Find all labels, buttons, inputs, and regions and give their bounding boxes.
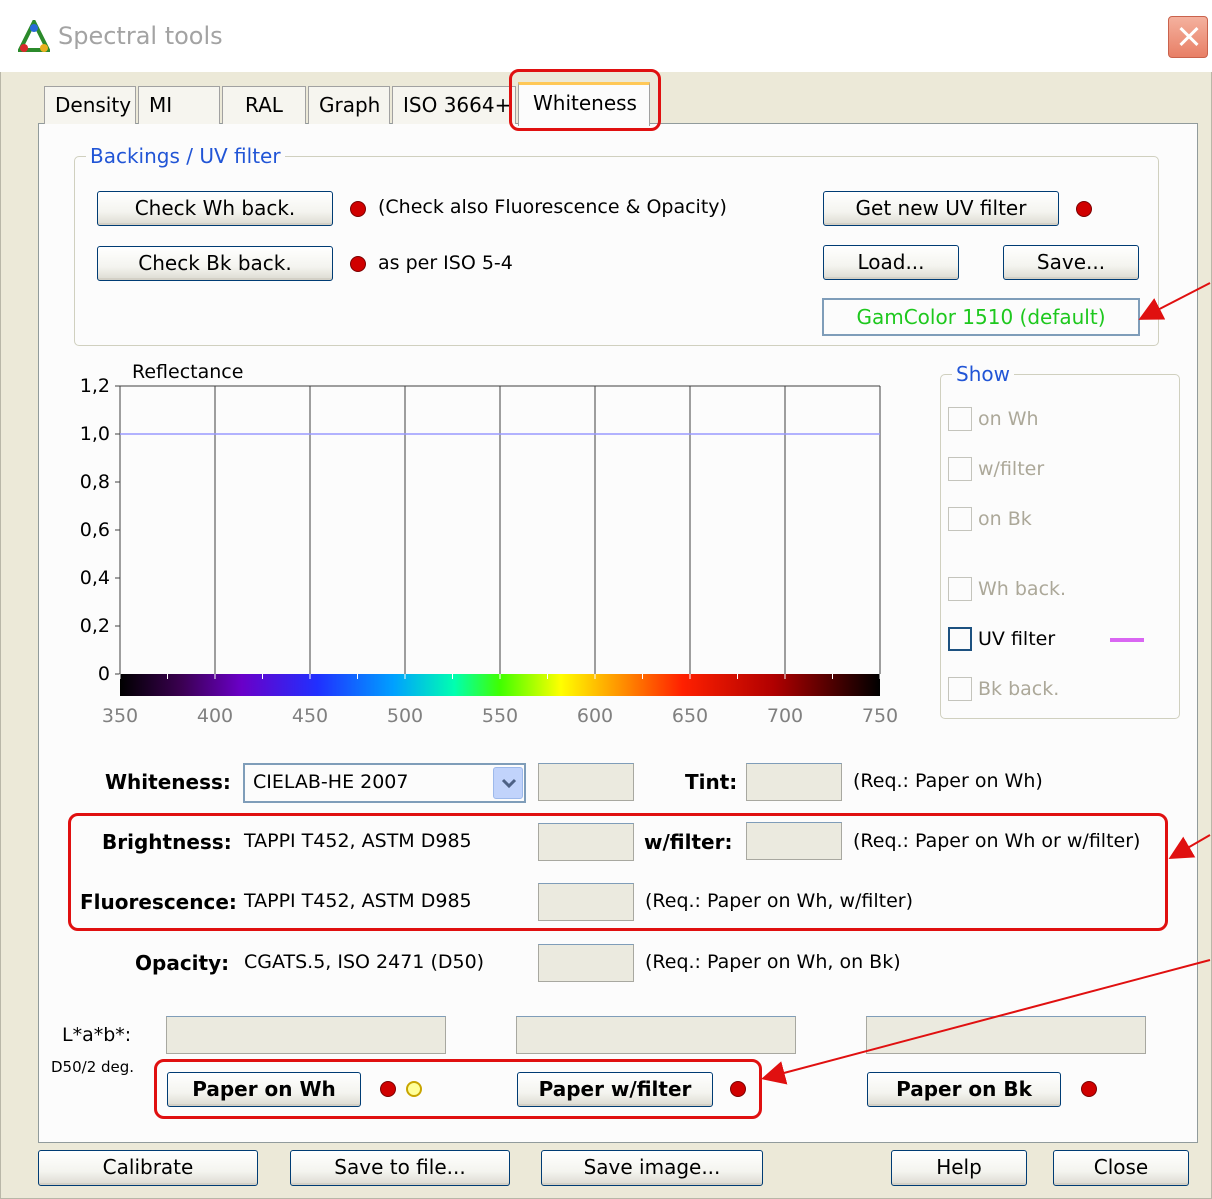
- uv-filter-name-field: GamColor 1510 (default): [822, 298, 1140, 336]
- x-tick-label: 600: [577, 705, 613, 727]
- show-caption: Show: [952, 362, 1014, 386]
- close-button[interactable]: Close: [1053, 1150, 1189, 1186]
- fluorescence-label: Fluorescence:: [80, 890, 237, 914]
- show-label-wh-back: Wh back.: [978, 578, 1067, 600]
- x-tick-label: 500: [387, 705, 423, 727]
- chevron-down-icon[interactable]: [493, 767, 523, 799]
- fluorescence-standard: TAPPI T452, ASTM D985: [244, 890, 472, 912]
- show-label-on-wh: on Wh: [978, 408, 1039, 430]
- calibrate-button[interactable]: Calibrate: [38, 1150, 258, 1186]
- check-wh-back-button[interactable]: Check Wh back.: [97, 191, 333, 226]
- show-checkbox-on-bk[interactable]: [948, 507, 972, 531]
- brightness-value-field: [538, 823, 634, 861]
- x-tick-label: 750: [862, 705, 898, 727]
- fluorescence-value-field: [538, 883, 634, 921]
- brightness-label: Brightness:: [102, 830, 232, 854]
- y-tick-label: 1,0: [80, 423, 110, 445]
- paper-on-bk-status-led: [1081, 1081, 1097, 1097]
- close-icon[interactable]: [1168, 16, 1208, 58]
- x-tick-label: 550: [482, 705, 518, 727]
- paper-w-filter-button[interactable]: Paper w/filter: [517, 1072, 713, 1107]
- y-tick-label: 0,6: [80, 519, 110, 541]
- w-filter-label: w/filter:: [644, 830, 733, 854]
- paper-on-wh-status-led: [380, 1081, 396, 1097]
- backings-caption: Backings / UV filter: [86, 144, 285, 168]
- lab-label: L*a*b*:: [62, 1024, 132, 1046]
- fluorescence-requirement: (Req.: Paper on Wh, w/filter): [645, 890, 914, 912]
- paper-w-filter-status-led: [730, 1081, 746, 1097]
- show-groupbox: [940, 374, 1180, 719]
- x-tick-label: 400: [197, 705, 233, 727]
- brightness-requirement: (Req.: Paper on Wh or w/filter): [853, 830, 1141, 852]
- tab-density[interactable]: Density: [44, 86, 136, 124]
- get-new-uv-filter-button[interactable]: Get new UV filter: [823, 191, 1059, 226]
- whiteness-value-field: [538, 763, 634, 801]
- whiteness-method-dropdown[interactable]: CIELAB-HE 2007: [243, 763, 526, 803]
- opacity-value-field: [538, 944, 634, 982]
- check-bk-status-led: [350, 256, 366, 272]
- y-tick-label: 0: [98, 663, 110, 685]
- lab-on-wh-field: [166, 1016, 446, 1054]
- save-to-file-button[interactable]: Save to file...: [290, 1150, 510, 1186]
- uv-filter-status-led: [1076, 201, 1092, 217]
- paper-on-wh-secondary-led: [406, 1081, 422, 1097]
- y-tick-label: 0,2: [80, 615, 110, 637]
- x-tick-label: 350: [102, 705, 138, 727]
- tab-mi[interactable]: MI: [138, 86, 220, 124]
- y-tick-label: 0,8: [80, 471, 110, 493]
- load-uv-filter-button[interactable]: Load...: [823, 245, 959, 280]
- show-checkbox-w-filter[interactable]: [948, 457, 972, 481]
- y-axis-label: Reflectance: [132, 361, 243, 383]
- reflectance-chart: 1,2 1,0 0,8 0,6 0,4 0,2 0 Reflectance 350 400 450 5…: [40, 352, 920, 732]
- y-tick-label: 1,2: [80, 375, 110, 397]
- opacity-label: Opacity:: [135, 951, 230, 975]
- opacity-standard: CGATS.5, ISO 2471 (D50): [244, 951, 485, 973]
- show-checkbox-on-wh[interactable]: [948, 407, 972, 431]
- y-tick-label: 0,4: [80, 567, 110, 589]
- whiteness-method-value: CIELAB-HE 2007: [253, 771, 409, 793]
- brightness-standard: TAPPI T452, ASTM D985: [244, 830, 472, 852]
- tab-ral[interactable]: RAL: [222, 86, 306, 124]
- show-checkbox-wh-back[interactable]: [948, 577, 972, 601]
- help-button[interactable]: Help: [891, 1150, 1027, 1186]
- show-label-bk-back: Bk back.: [978, 678, 1060, 700]
- show-checkbox-uv-filter[interactable]: [948, 627, 972, 651]
- tint-value-field: [746, 763, 842, 801]
- paper-on-wh-button[interactable]: Paper on Wh: [167, 1072, 361, 1107]
- app-icon: [18, 20, 50, 52]
- x-tick-label: 700: [767, 705, 803, 727]
- x-tick-label: 650: [672, 705, 708, 727]
- check-bk-note: as per ISO 5-4: [378, 252, 513, 274]
- check-bk-back-button[interactable]: Check Bk back.: [97, 246, 333, 281]
- tint-label: Tint:: [685, 770, 738, 794]
- tint-requirement: (Req.: Paper on Wh): [853, 770, 1043, 792]
- lab-w-filter-field: [516, 1016, 796, 1054]
- check-wh-note: (Check also Fluorescence & Opacity): [378, 196, 727, 218]
- lab-illuminant-label: D50/2 deg.: [51, 1058, 135, 1076]
- tab-whiteness[interactable]: Whiteness: [518, 82, 650, 126]
- paper-on-bk-button[interactable]: Paper on Bk: [867, 1072, 1061, 1107]
- save-image-button[interactable]: Save image...: [541, 1150, 763, 1186]
- check-wh-status-led: [350, 201, 366, 217]
- whiteness-label: Whiteness:: [105, 770, 231, 794]
- lab-on-bk-field: [866, 1016, 1146, 1054]
- tab-iso-3664[interactable]: ISO 3664+: [392, 86, 516, 124]
- opacity-requirement: (Req.: Paper on Wh, on Bk): [645, 951, 901, 973]
- x-tick-label: 450: [292, 705, 328, 727]
- brightness-wfilter-value-field: [746, 822, 842, 860]
- uv-filter-legend-swatch: [1110, 638, 1144, 642]
- show-label-on-bk: on Bk: [978, 508, 1032, 530]
- window-title: Spectral tools: [58, 22, 223, 50]
- reflectance-chart-svg: 1,2 1,0 0,8 0,6 0,4 0,2 0 Reflectance 350 400 450 5…: [80, 361, 898, 727]
- show-label-w-filter: w/filter: [978, 458, 1045, 480]
- save-uv-filter-button[interactable]: Save...: [1003, 245, 1139, 280]
- tab-graph[interactable]: Graph: [308, 86, 390, 124]
- show-label-uv-filter: UV filter: [978, 628, 1056, 650]
- show-checkbox-bk-back[interactable]: [948, 677, 972, 701]
